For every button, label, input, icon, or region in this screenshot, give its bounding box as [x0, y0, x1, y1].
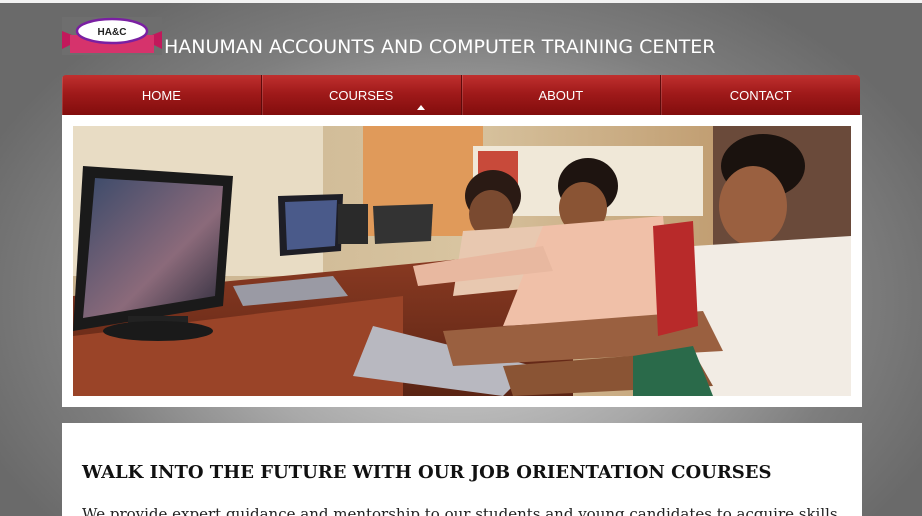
nav-home-label: HOME — [141, 87, 181, 103]
nav-contact[interactable]: CONTACT — [661, 75, 860, 115]
nav-courses-label: COURSES — [328, 87, 394, 103]
section-heading: WALK INTO THE FUTURE WITH OUR JOB ORIENT… — [82, 462, 772, 483]
site-title: HANUMAN ACCOUNTS AND COMPUTER TRAINING C… — [164, 36, 716, 58]
site-header: HA&C HANUMAN ACCOUNTS AND COMPUTER TRAIN… — [62, 17, 862, 58]
logo-text: HA&C — [98, 27, 127, 38]
main-nav: HOME COURSES ABOUT CONTACT — [62, 75, 860, 115]
caret-up-icon — [416, 105, 425, 110]
nav-about[interactable]: ABOUT — [462, 75, 662, 115]
top-strip — [0, 0, 922, 3]
nav-contact-label: CONTACT — [729, 87, 792, 103]
hero-image — [73, 126, 851, 396]
nav-courses[interactable]: COURSES — [262, 75, 462, 115]
intro-paragraph: We provide expert guidance and mentorshi… — [82, 505, 838, 516]
content-section: WALK INTO THE FUTURE WITH OUR JOB ORIENT… — [62, 423, 862, 516]
logo[interactable]: HA&C — [62, 17, 162, 55]
nav-about-label: ABOUT — [538, 87, 584, 103]
hero-banner — [62, 115, 862, 407]
nav-home[interactable]: HOME — [62, 75, 262, 115]
